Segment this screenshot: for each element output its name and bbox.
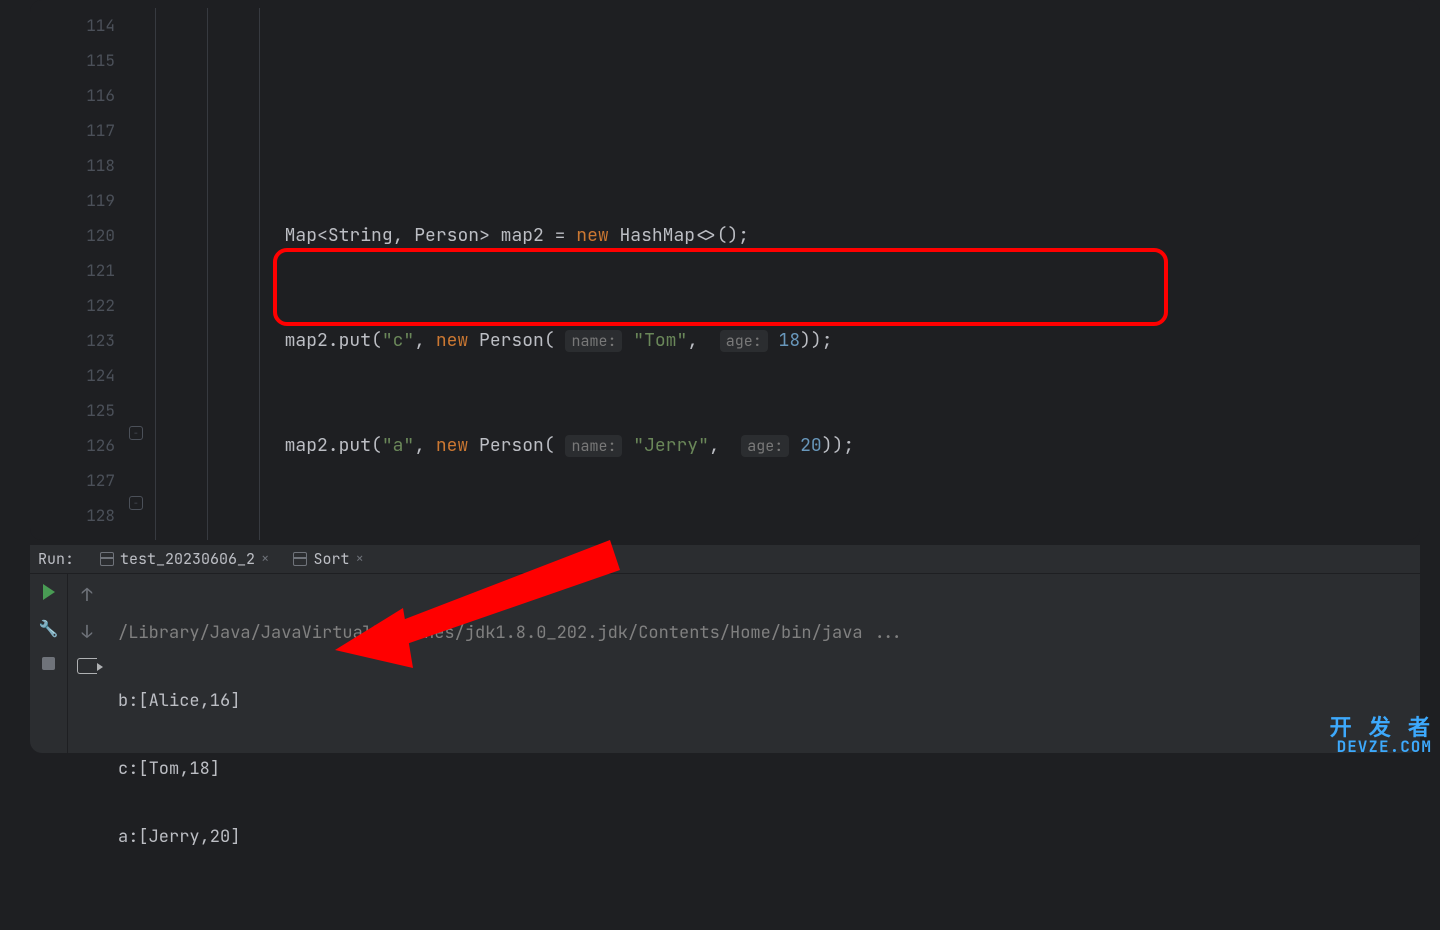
line-number: 115	[30, 43, 115, 78]
line-number: 119	[30, 183, 115, 218]
code-line-114[interactable]: Map<String, Person> map2 = new HashMap<>…	[155, 218, 1420, 253]
stop-button[interactable]	[42, 657, 55, 670]
run-tab-label: test_20230606_2	[120, 549, 255, 569]
line-number: 121	[30, 253, 115, 288]
watermark: 开 发 者 DEVZE.COM	[1330, 717, 1432, 755]
run-config-icon	[100, 552, 114, 566]
console-line: /Library/Java/JavaVirtualMachines/jdk1.8…	[118, 616, 1408, 650]
code-line-115[interactable]: map2.put("c", new Person( name: "Tom", a…	[155, 323, 1420, 358]
line-number: 127	[30, 463, 115, 498]
run-tab-label: Sort	[313, 549, 349, 569]
run-tool-window: Run: test_20230606_2 × Sort × 🔧 ↑ ↓ /Lib…	[30, 545, 1420, 753]
code-area[interactable]: 114 115 116 117 118 119 120 121 122 123 …	[30, 0, 1420, 540]
editor-panel: 114 115 116 117 118 119 120 121 122 123 …	[30, 0, 1420, 540]
line-number-gutter: 114 115 116 117 118 119 120 121 122 123 …	[30, 0, 145, 540]
line-number: 120	[30, 218, 115, 253]
console-nav-toolbar: ↑ ↓	[68, 574, 106, 930]
console-line: a:[Jerry,20]	[118, 820, 1408, 854]
up-arrow-icon[interactable]: ↑	[82, 584, 93, 607]
run-tabs-bar: Run: test_20230606_2 × Sort ×	[30, 545, 1420, 574]
line-number: 128	[30, 498, 115, 533]
soft-wrap-icon[interactable]	[77, 658, 97, 674]
run-body: 🔧 ↑ ↓ /Library/Java/JavaVirtualMachines/…	[30, 574, 1420, 930]
close-icon[interactable]: ×	[355, 550, 363, 568]
rerun-button[interactable]	[43, 584, 55, 600]
console-output[interactable]: /Library/Java/JavaVirtualMachines/jdk1.8…	[106, 574, 1420, 930]
run-tab-test[interactable]: test_20230606_2 ×	[92, 545, 277, 573]
line-number: 124	[30, 358, 115, 393]
run-vertical-toolbar: 🔧	[30, 574, 68, 930]
line-number: 118	[30, 148, 115, 183]
line-number: 123	[30, 323, 115, 358]
down-arrow-icon[interactable]: ↓	[82, 621, 93, 644]
line-number: 126	[30, 428, 115, 463]
console-line: b:[Alice,16]	[118, 684, 1408, 718]
close-icon[interactable]: ×	[261, 550, 269, 568]
run-tab-sort[interactable]: Sort ×	[285, 545, 371, 573]
run-config-icon	[293, 552, 307, 566]
fold-marker-icon[interactable]: −	[129, 426, 143, 440]
run-label: Run:	[38, 549, 74, 569]
console-line: c:[Tom,18]	[118, 752, 1408, 786]
line-number: 125	[30, 393, 115, 428]
line-number: 114	[30, 8, 115, 43]
line-number: 122	[30, 288, 115, 323]
code-line-117[interactable]: map2.put("b", new Person( name: "Alice",…	[155, 533, 1420, 540]
line-number: 116	[30, 78, 115, 113]
highlight-box-annotation	[273, 248, 1168, 326]
settings-button[interactable]: 🔧	[39, 618, 59, 639]
watermark-url: DEVZE.COM	[1330, 739, 1432, 755]
line-number: 117	[30, 113, 115, 148]
code-content[interactable]: Map<String, Person> map2 = new HashMap<>…	[145, 0, 1420, 540]
fold-marker-icon[interactable]: −	[129, 496, 143, 510]
code-line-116[interactable]: map2.put("a", new Person( name: "Jerry",…	[155, 428, 1420, 463]
